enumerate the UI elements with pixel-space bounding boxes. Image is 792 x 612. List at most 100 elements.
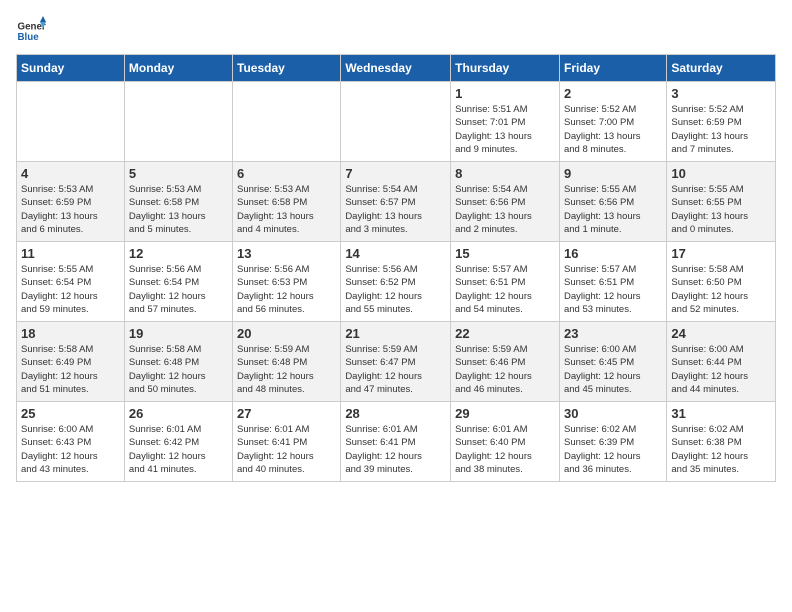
day-number: 3 xyxy=(671,86,771,101)
day-info: Sunrise: 6:02 AM Sunset: 6:38 PM Dayligh… xyxy=(671,423,771,476)
day-header-thursday: Thursday xyxy=(451,55,560,82)
svg-text:Blue: Blue xyxy=(18,32,40,43)
day-info: Sunrise: 5:54 AM Sunset: 6:56 PM Dayligh… xyxy=(455,183,555,236)
day-info: Sunrise: 5:53 AM Sunset: 6:58 PM Dayligh… xyxy=(129,183,228,236)
day-number: 14 xyxy=(345,246,446,261)
logo-icon: General Blue xyxy=(16,16,46,46)
day-number: 28 xyxy=(345,406,446,421)
calendar-cell: 18 Sunrise: 5:58 AM Sunset: 6:49 PM Dayli… xyxy=(17,322,125,402)
calendar-cell: 31 Sunrise: 6:02 AM Sunset: 6:38 PM Dayli… xyxy=(667,402,776,482)
day-header-friday: Friday xyxy=(559,55,666,82)
day-number: 13 xyxy=(237,246,336,261)
day-info: Sunrise: 5:57 AM Sunset: 6:51 PM Dayligh… xyxy=(455,263,555,316)
day-number: 9 xyxy=(564,166,662,181)
day-info: Sunrise: 5:55 AM Sunset: 6:55 PM Dayligh… xyxy=(671,183,771,236)
day-info: Sunrise: 5:58 AM Sunset: 6:49 PM Dayligh… xyxy=(21,343,120,396)
day-number: 6 xyxy=(237,166,336,181)
calendar-cell: 25 Sunrise: 6:00 AM Sunset: 6:43 PM Dayli… xyxy=(17,402,125,482)
day-info: Sunrise: 5:55 AM Sunset: 6:54 PM Dayligh… xyxy=(21,263,120,316)
calendar-cell: 26 Sunrise: 6:01 AM Sunset: 6:42 PM Dayli… xyxy=(124,402,232,482)
calendar-cell: 28 Sunrise: 6:01 AM Sunset: 6:41 PM Dayli… xyxy=(341,402,451,482)
day-info: Sunrise: 5:54 AM Sunset: 6:57 PM Dayligh… xyxy=(345,183,446,236)
day-number: 4 xyxy=(21,166,120,181)
day-info: Sunrise: 5:55 AM Sunset: 6:56 PM Dayligh… xyxy=(564,183,662,236)
day-number: 15 xyxy=(455,246,555,261)
day-info: Sunrise: 5:53 AM Sunset: 6:58 PM Dayligh… xyxy=(237,183,336,236)
day-info: Sunrise: 6:01 AM Sunset: 6:41 PM Dayligh… xyxy=(345,423,446,476)
calendar-cell: 11 Sunrise: 5:55 AM Sunset: 6:54 PM Dayli… xyxy=(17,242,125,322)
day-info: Sunrise: 5:51 AM Sunset: 7:01 PM Dayligh… xyxy=(455,103,555,156)
calendar-cell xyxy=(17,82,125,162)
calendar-cell: 8 Sunrise: 5:54 AM Sunset: 6:56 PM Daylig… xyxy=(451,162,560,242)
calendar-cell: 6 Sunrise: 5:53 AM Sunset: 6:58 PM Daylig… xyxy=(233,162,341,242)
day-header-wednesday: Wednesday xyxy=(341,55,451,82)
day-info: Sunrise: 6:01 AM Sunset: 6:41 PM Dayligh… xyxy=(237,423,336,476)
day-header-saturday: Saturday xyxy=(667,55,776,82)
calendar-cell: 30 Sunrise: 6:02 AM Sunset: 6:39 PM Dayli… xyxy=(559,402,666,482)
calendar-cell: 27 Sunrise: 6:01 AM Sunset: 6:41 PM Dayli… xyxy=(233,402,341,482)
day-number: 22 xyxy=(455,326,555,341)
day-info: Sunrise: 5:58 AM Sunset: 6:50 PM Dayligh… xyxy=(671,263,771,316)
calendar-cell: 16 Sunrise: 5:57 AM Sunset: 6:51 PM Dayli… xyxy=(559,242,666,322)
calendar-cell: 20 Sunrise: 5:59 AM Sunset: 6:48 PM Dayli… xyxy=(233,322,341,402)
day-number: 31 xyxy=(671,406,771,421)
calendar-cell: 22Sunrise: 5:59 AM Sunset: 6:46 PM Dayli… xyxy=(451,322,560,402)
day-number: 10 xyxy=(671,166,771,181)
day-number: 21 xyxy=(345,326,446,341)
day-info: Sunrise: 5:59 AM Sunset: 6:48 PM Dayligh… xyxy=(237,343,336,396)
calendar-cell: 19 Sunrise: 5:58 AM Sunset: 6:48 PM Dayli… xyxy=(124,322,232,402)
calendar-cell xyxy=(341,82,451,162)
day-info: Sunrise: 6:01 AM Sunset: 6:42 PM Dayligh… xyxy=(129,423,228,476)
day-number: 20 xyxy=(237,326,336,341)
day-info: Sunrise: 5:56 AM Sunset: 6:54 PM Dayligh… xyxy=(129,263,228,316)
calendar-cell: 21 Sunrise: 5:59 AM Sunset: 6:47 PM Dayli… xyxy=(341,322,451,402)
calendar-cell: 12Sunrise: 5:56 AM Sunset: 6:54 PM Dayli… xyxy=(124,242,232,322)
calendar-cell: 9 Sunrise: 5:55 AM Sunset: 6:56 PM Daylig… xyxy=(559,162,666,242)
calendar-week-row: 1Sunrise: 5:51 AM Sunset: 7:01 PM Daylig… xyxy=(17,82,776,162)
calendar-cell: 2Sunrise: 5:52 AM Sunset: 7:00 PM Daylig… xyxy=(559,82,666,162)
day-number: 30 xyxy=(564,406,662,421)
day-info: Sunrise: 5:53 AM Sunset: 6:59 PM Dayligh… xyxy=(21,183,120,236)
calendar-cell: 7 Sunrise: 5:54 AM Sunset: 6:57 PM Daylig… xyxy=(341,162,451,242)
calendar-cell xyxy=(124,82,232,162)
day-number: 19 xyxy=(129,326,228,341)
calendar-header-row: SundayMondayTuesdayWednesdayThursdayFrid… xyxy=(17,55,776,82)
day-number: 23 xyxy=(564,326,662,341)
calendar-cell: 10 Sunrise: 5:55 AM Sunset: 6:55 PM Dayli… xyxy=(667,162,776,242)
logo: General Blue xyxy=(16,16,48,46)
day-number: 11 xyxy=(21,246,120,261)
calendar-cell: 4 Sunrise: 5:53 AM Sunset: 6:59 PM Daylig… xyxy=(17,162,125,242)
calendar-cell xyxy=(233,82,341,162)
day-header-tuesday: Tuesday xyxy=(233,55,341,82)
day-info: Sunrise: 6:00 AM Sunset: 6:43 PM Dayligh… xyxy=(21,423,120,476)
calendar-week-row: 18 Sunrise: 5:58 AM Sunset: 6:49 PM Dayli… xyxy=(17,322,776,402)
day-number: 7 xyxy=(345,166,446,181)
calendar-cell: 1Sunrise: 5:51 AM Sunset: 7:01 PM Daylig… xyxy=(451,82,560,162)
day-number: 2 xyxy=(564,86,662,101)
calendar-week-row: 11 Sunrise: 5:55 AM Sunset: 6:54 PM Dayli… xyxy=(17,242,776,322)
calendar-table: SundayMondayTuesdayWednesdayThursdayFrid… xyxy=(16,54,776,482)
day-info: Sunrise: 6:00 AM Sunset: 6:45 PM Dayligh… xyxy=(564,343,662,396)
day-info: Sunrise: 6:00 AM Sunset: 6:44 PM Dayligh… xyxy=(671,343,771,396)
calendar-cell: 13 Sunrise: 5:56 AM Sunset: 6:53 PM Dayli… xyxy=(233,242,341,322)
day-number: 16 xyxy=(564,246,662,261)
calendar-week-row: 4 Sunrise: 5:53 AM Sunset: 6:59 PM Daylig… xyxy=(17,162,776,242)
day-number: 26 xyxy=(129,406,228,421)
calendar-cell: 15 Sunrise: 5:57 AM Sunset: 6:51 PM Dayli… xyxy=(451,242,560,322)
day-info: Sunrise: 6:01 AM Sunset: 6:40 PM Dayligh… xyxy=(455,423,555,476)
calendar-week-row: 25 Sunrise: 6:00 AM Sunset: 6:43 PM Dayli… xyxy=(17,402,776,482)
day-number: 8 xyxy=(455,166,555,181)
day-info: Sunrise: 5:58 AM Sunset: 6:48 PM Dayligh… xyxy=(129,343,228,396)
day-number: 25 xyxy=(21,406,120,421)
day-number: 18 xyxy=(21,326,120,341)
day-info: Sunrise: 5:52 AM Sunset: 6:59 PM Dayligh… xyxy=(671,103,771,156)
day-info: Sunrise: 5:56 AM Sunset: 6:53 PM Dayligh… xyxy=(237,263,336,316)
day-info: Sunrise: 6:02 AM Sunset: 6:39 PM Dayligh… xyxy=(564,423,662,476)
day-info: Sunrise: 5:57 AM Sunset: 6:51 PM Dayligh… xyxy=(564,263,662,316)
calendar-cell: 23 Sunrise: 6:00 AM Sunset: 6:45 PM Dayli… xyxy=(559,322,666,402)
day-info: Sunrise: 5:59 AM Sunset: 6:47 PM Dayligh… xyxy=(345,343,446,396)
day-number: 27 xyxy=(237,406,336,421)
calendar-cell: 17Sunrise: 5:58 AM Sunset: 6:50 PM Dayli… xyxy=(667,242,776,322)
calendar-cell: 3 Sunrise: 5:52 AM Sunset: 6:59 PM Daylig… xyxy=(667,82,776,162)
day-number: 29 xyxy=(455,406,555,421)
